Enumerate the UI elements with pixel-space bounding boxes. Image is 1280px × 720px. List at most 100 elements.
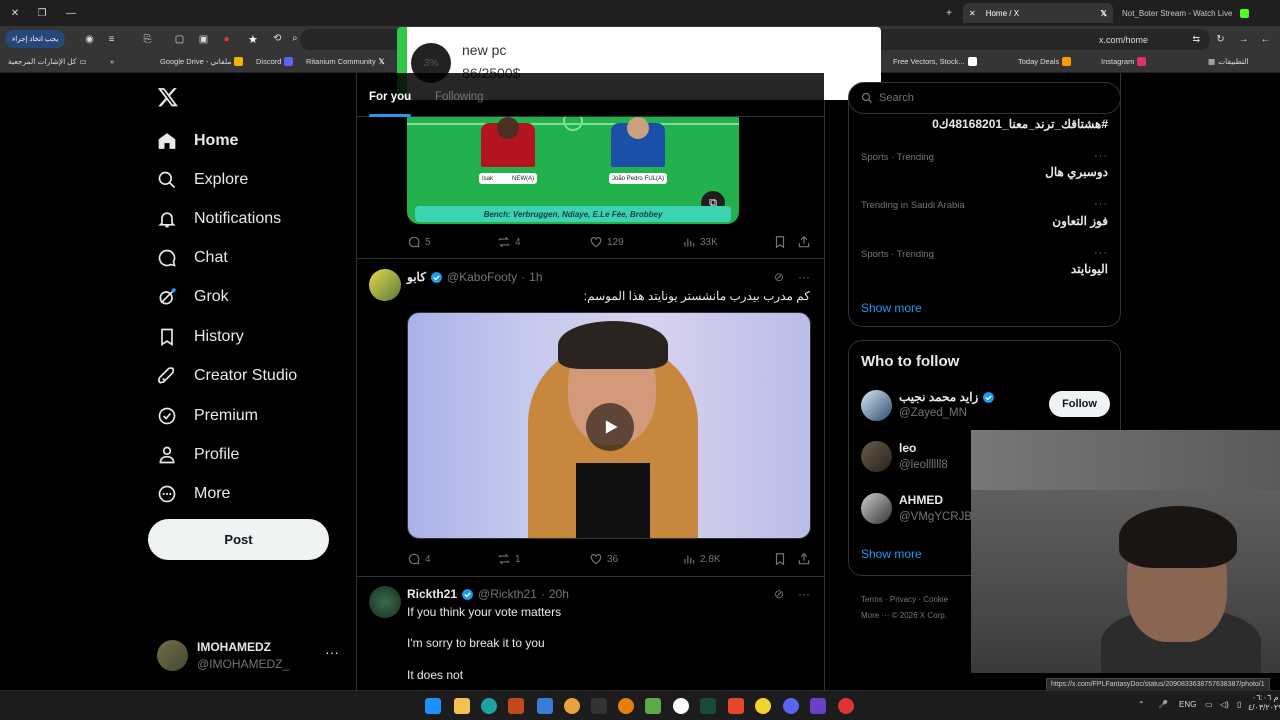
zoom-icon[interactable]: ⌕ bbox=[292, 33, 298, 44]
avatar[interactable] bbox=[369, 269, 401, 301]
app-icon[interactable] bbox=[673, 698, 689, 714]
tweet-time[interactable]: 20h bbox=[549, 587, 569, 601]
bookmark-free-vectors[interactable]: Free Vectors, Stock... bbox=[893, 57, 977, 66]
close-window-icon[interactable]: ✕ bbox=[6, 4, 24, 22]
tweet-author-name[interactable]: Rickth21 bbox=[407, 587, 457, 601]
views-button[interactable]: 33K bbox=[682, 235, 718, 249]
mic-icon[interactable]: 🎤 bbox=[1158, 700, 1168, 709]
nav-notifications[interactable]: Notifications bbox=[157, 203, 281, 235]
suggested-user-name[interactable]: leo bbox=[899, 441, 916, 455]
more-dots-icon[interactable]: ··· bbox=[798, 270, 810, 284]
store-icon[interactable] bbox=[537, 698, 553, 714]
back-icon[interactable]: ← bbox=[1258, 32, 1273, 47]
battery-icon[interactable]: ▯ bbox=[1237, 700, 1241, 709]
restore-window-icon[interactable]: ❐ bbox=[33, 4, 51, 22]
suggested-user-name[interactable]: AHMED bbox=[899, 493, 943, 507]
bookmark-ritanium[interactable]: Ritanium Community 𝕏 bbox=[306, 57, 385, 66]
forward-icon[interactable]: → bbox=[1236, 32, 1251, 47]
follow-button[interactable]: Follow bbox=[1049, 391, 1110, 417]
network-icon[interactable]: ▭ bbox=[1205, 700, 1213, 709]
bookmark-discord[interactable]: Discord bbox=[256, 57, 294, 66]
more-dots-icon[interactable]: ··· bbox=[1094, 150, 1108, 162]
tab-close-icon[interactable]: ✕ bbox=[969, 9, 976, 18]
play-button[interactable] bbox=[586, 403, 634, 451]
tweet-media-lineup[interactable]: Isak NEW(A) João Pedro FUL(A) ⧉ Bench: V… bbox=[407, 117, 739, 224]
bookmark-all[interactable]: كل الإشارات المرجعية ▭ bbox=[8, 57, 87, 66]
language-indicator[interactable]: ENG bbox=[1179, 700, 1196, 709]
nav-grok[interactable]: Grok bbox=[157, 281, 229, 313]
x-logo-icon[interactable] bbox=[157, 86, 179, 108]
trend-item[interactable]: فوز التعاون bbox=[1052, 214, 1108, 228]
extensions-icon[interactable]: ≡ bbox=[104, 32, 119, 47]
nav-more[interactable]: More bbox=[157, 478, 230, 510]
new-tab-icon[interactable]: + bbox=[940, 4, 958, 22]
avatar[interactable] bbox=[861, 441, 892, 472]
bookmark-star-icon[interactable]: ★ bbox=[248, 33, 258, 46]
nav-explore[interactable]: Explore bbox=[157, 164, 248, 196]
tab-following[interactable]: Following bbox=[435, 91, 484, 103]
nav-chat[interactable]: Chat bbox=[157, 242, 228, 274]
extension-action-pill[interactable]: يجب اتخاذ إجراء bbox=[5, 30, 66, 48]
blender-icon[interactable] bbox=[618, 698, 634, 714]
app-yellow-icon[interactable] bbox=[755, 698, 771, 714]
tab-stream[interactable]: Not_Boter Stream - Watch Live bbox=[1116, 3, 1280, 23]
footer-line[interactable]: More ··· © 2026 X Corp. bbox=[861, 608, 948, 624]
like-button[interactable]: 129 bbox=[589, 235, 624, 249]
file-explorer-icon[interactable] bbox=[454, 698, 470, 714]
more-dots-icon[interactable]: ··· bbox=[798, 587, 810, 601]
more-dots-icon[interactable]: ··· bbox=[1094, 247, 1108, 259]
nav-history[interactable]: History bbox=[157, 321, 244, 353]
nav-creator-studio[interactable]: Creator Studio bbox=[157, 360, 297, 392]
extension-2-icon[interactable]: ● bbox=[219, 32, 234, 47]
tab-search-icon[interactable]: ▢ bbox=[172, 32, 187, 47]
tray-chevron-icon[interactable]: ⌃ bbox=[1138, 700, 1145, 709]
bookmark-button[interactable] bbox=[773, 235, 787, 249]
clock[interactable]: م ٠٦:٠٦ ٤/٠٣/٢٠٢٩ bbox=[1248, 693, 1280, 713]
bookmark-instagram[interactable]: Instagram bbox=[1101, 57, 1147, 66]
share-icon[interactable]: ⎘ bbox=[140, 32, 155, 47]
repost-button[interactable]: 4 bbox=[497, 235, 521, 249]
extension-1-icon[interactable]: ▣ bbox=[196, 32, 211, 47]
trend-item[interactable]: دوسبري هال bbox=[1045, 165, 1108, 179]
post-button[interactable]: Post bbox=[148, 519, 329, 560]
bookmark-today-deals[interactable]: Today Deals bbox=[1018, 57, 1072, 66]
page-action-icon[interactable]: ⟲ bbox=[273, 33, 281, 44]
windows-start-icon[interactable] bbox=[425, 698, 441, 714]
bookmark-chevron-icon[interactable]: » bbox=[110, 57, 114, 66]
obs-icon[interactable] bbox=[838, 698, 854, 714]
tweet-time[interactable]: 1h bbox=[529, 270, 542, 284]
reply-button[interactable]: 4 bbox=[407, 552, 431, 566]
share-button[interactable] bbox=[797, 235, 811, 249]
trend-item[interactable]: اليونايتد bbox=[1071, 262, 1108, 276]
trend-item[interactable]: #هشتاقك_ترند_معنا_48168201ك0 bbox=[932, 117, 1108, 131]
terminal-icon[interactable] bbox=[591, 698, 607, 714]
nvidia-icon[interactable] bbox=[700, 698, 716, 714]
tab-home-x[interactable]: ✕ Home / X 𝕏 bbox=[963, 3, 1113, 23]
avatar[interactable] bbox=[861, 493, 892, 524]
minimize-window-icon[interactable]: — bbox=[62, 4, 80, 22]
chrome-icon[interactable] bbox=[564, 698, 580, 714]
trends-show-more[interactable]: Show more bbox=[861, 301, 922, 315]
tweet-author-handle[interactable]: @KaboFooty bbox=[447, 270, 517, 284]
reload-icon[interactable]: ↻ bbox=[1213, 32, 1228, 47]
reply-button[interactable]: 5 bbox=[407, 235, 431, 249]
volume-icon[interactable]: ◁) bbox=[1220, 700, 1229, 709]
search-input[interactable]: Search bbox=[848, 82, 1121, 114]
views-button[interactable]: 2.8K bbox=[682, 552, 721, 566]
tab-for-you[interactable]: For you bbox=[369, 91, 411, 103]
nav-premium[interactable]: Premium bbox=[157, 400, 258, 432]
grok-explain-icon[interactable]: ⊘ bbox=[774, 587, 784, 601]
footer-line[interactable]: Terms · Privacy · Cookie bbox=[861, 592, 948, 608]
illustrator-icon[interactable] bbox=[508, 698, 524, 714]
more-dots-icon[interactable]: ··· bbox=[325, 644, 339, 660]
nav-profile[interactable]: Profile bbox=[157, 439, 239, 471]
bookmark-button[interactable] bbox=[773, 552, 787, 566]
share-button[interactable] bbox=[797, 552, 811, 566]
profile-icon[interactable]: ◉ bbox=[82, 32, 97, 47]
bookmark-apps[interactable]: ▦ التطبيقات bbox=[1208, 57, 1249, 66]
tweet-author-name[interactable]: كابو bbox=[407, 270, 426, 284]
avatar[interactable] bbox=[369, 586, 401, 618]
edge-icon[interactable] bbox=[481, 698, 497, 714]
minecraft-icon[interactable] bbox=[645, 698, 661, 714]
tweet-video[interactable] bbox=[407, 312, 811, 539]
